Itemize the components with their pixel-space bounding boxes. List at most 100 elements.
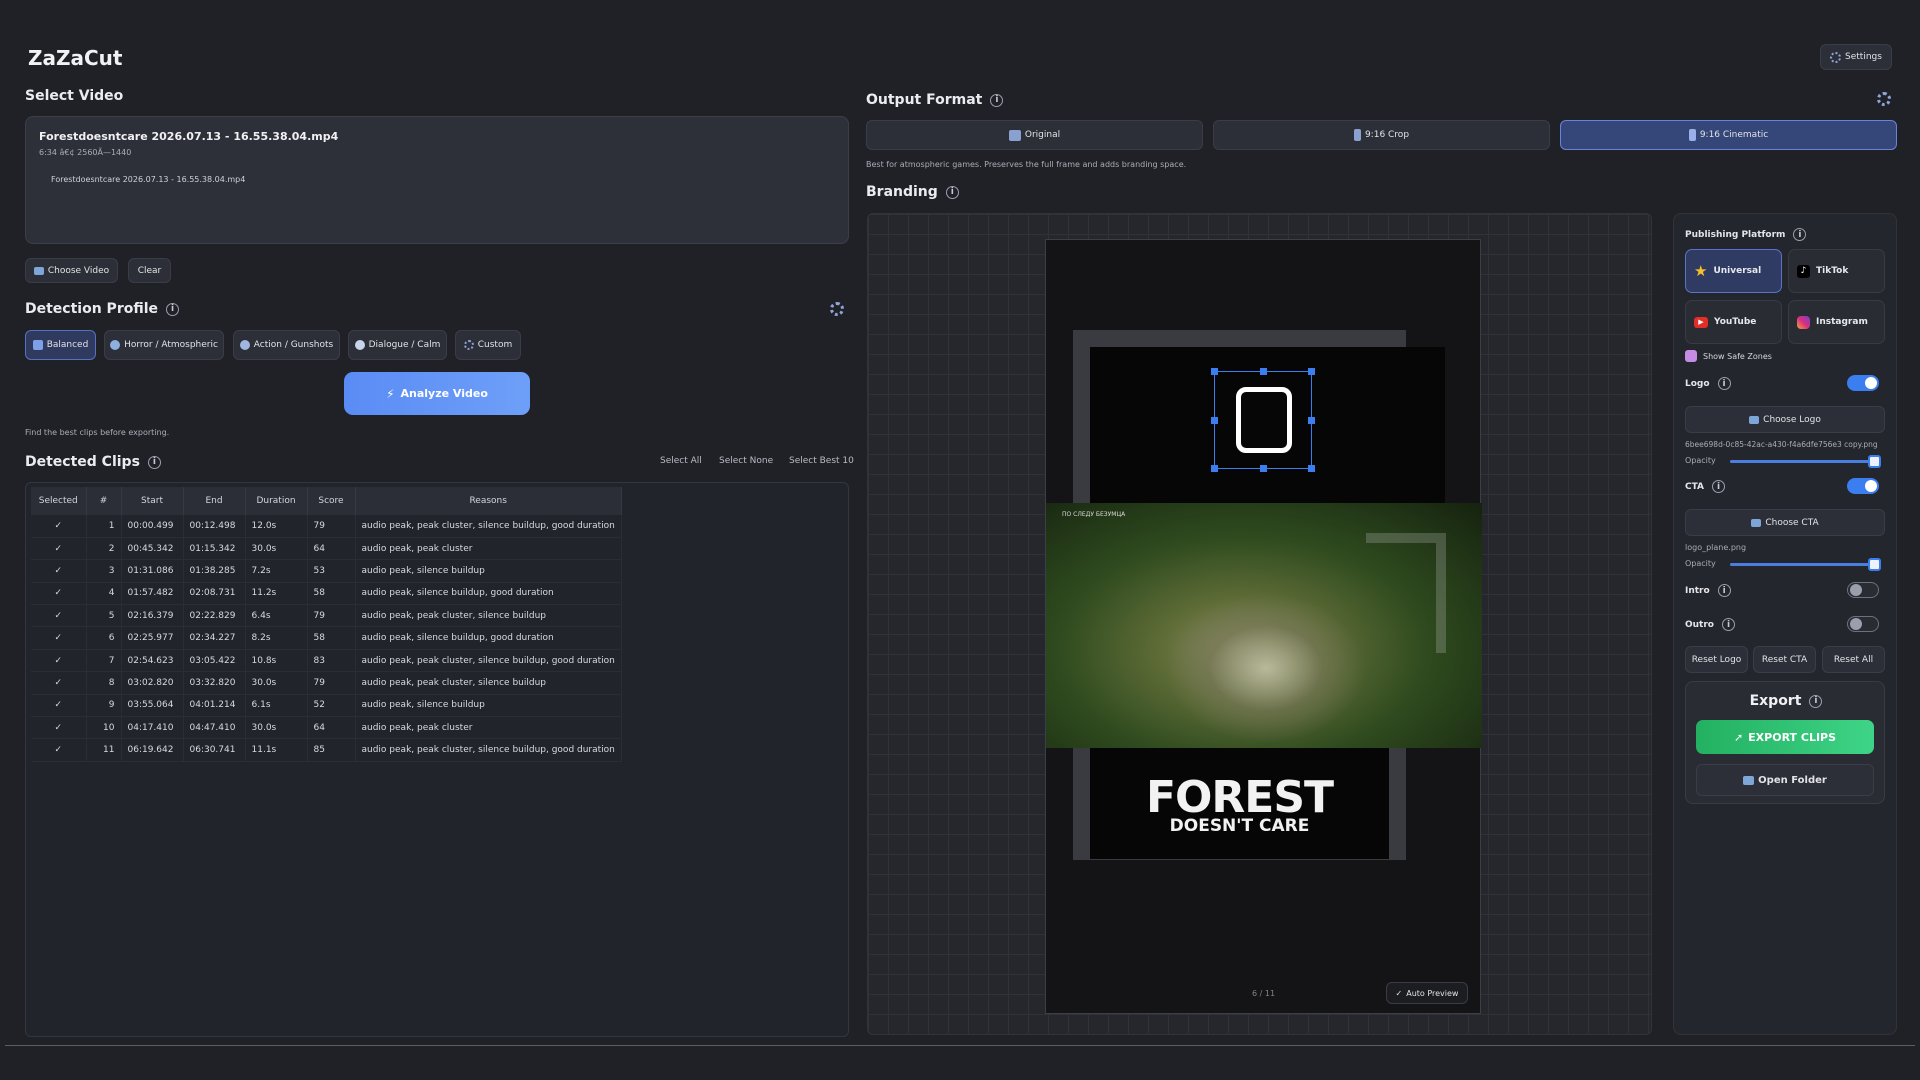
selected-check-cell[interactable]: ✓ — [31, 671, 87, 695]
info-icon[interactable]: i — [1793, 228, 1807, 241]
table-row[interactable]: ✓ 6 02:25.977 02:34.227 8.2s 58 audio peak, si… — [31, 626, 622, 650]
analyze-video-button[interactable]: ⚡ Analyze Video — [344, 372, 530, 415]
format-crop[interactable]: 9:16 Crop — [1213, 120, 1550, 150]
profile-custom[interactable]: Custom — [455, 330, 521, 360]
table-row[interactable]: ✓ 3 01:31.086 01:38.285 7.2s 53 audio peak, si… — [31, 559, 622, 583]
select-all-link[interactable]: Select All — [660, 456, 702, 466]
profile-horror[interactable]: Horror / Atmospheric — [104, 330, 224, 360]
info-icon[interactable]: i — [1717, 584, 1731, 597]
info-icon[interactable]: i — [147, 455, 161, 469]
selected-check-cell[interactable]: ✓ — [31, 626, 87, 650]
resize-handle[interactable] — [1211, 368, 1218, 375]
toggle-knob — [1865, 480, 1877, 492]
reset-cta-button[interactable]: Reset CTA — [1753, 646, 1816, 673]
resize-handle[interactable] — [1211, 417, 1218, 424]
resize-handle[interactable] — [1308, 417, 1315, 424]
selected-check-cell[interactable]: ✓ — [31, 559, 87, 583]
resize-handle[interactable] — [1308, 368, 1315, 375]
toggle-knob — [1850, 584, 1862, 596]
open-folder-button[interactable]: Open Folder — [1696, 764, 1874, 796]
table-row[interactable]: ✓ 2 00:45.342 01:15.342 30.0s 64 audio peak, p… — [31, 537, 622, 561]
selected-check-cell[interactable]: ✓ — [31, 537, 87, 561]
info-icon[interactable]: i — [1717, 377, 1731, 390]
info-icon[interactable]: i — [166, 302, 180, 316]
logo-toggle[interactable] — [1847, 375, 1879, 391]
selected-check-cell[interactable]: ✓ — [31, 649, 87, 673]
info-icon[interactable]: i — [1712, 480, 1726, 493]
col-start[interactable]: Start — [121, 487, 184, 515]
col-score[interactable]: Score — [307, 487, 356, 515]
selected-check-cell[interactable]: ✓ — [31, 738, 87, 762]
select-none-link[interactable]: Select None — [719, 456, 773, 466]
selected-check-cell[interactable]: ✓ — [31, 716, 87, 740]
cta-toggle[interactable] — [1847, 478, 1879, 494]
reasons-cell: audio peak, silence buildup — [355, 559, 622, 583]
clear-button[interactable]: Clear — [128, 258, 171, 283]
profile-dialogue[interactable]: Dialogue / Calm — [348, 330, 447, 360]
selected-check-cell[interactable]: ✓ — [31, 515, 87, 538]
format-cinematic[interactable]: 9:16 Cinematic — [1560, 120, 1897, 150]
selected-check-cell[interactable]: ✓ — [31, 694, 87, 718]
selected-check-cell[interactable]: ✓ — [31, 604, 87, 628]
profile-action[interactable]: Action / Gunshots — [233, 330, 340, 360]
choose-video-button[interactable]: Choose Video — [25, 258, 118, 283]
platform-instagram[interactable]: Instagram — [1788, 300, 1885, 344]
platform-youtube[interactable]: ▶ YouTube — [1685, 300, 1782, 344]
info-icon[interactable]: i — [1721, 618, 1735, 631]
export-clips-button[interactable]: ➚ EXPORT CLIPS — [1696, 720, 1874, 754]
resize-handle[interactable] — [1260, 465, 1267, 472]
table-row[interactable]: ✓ 8 03:02.820 03:32.820 30.0s 79 audio peak, p… — [31, 671, 622, 695]
row-number-cell: 3 — [86, 559, 122, 583]
info-icon[interactable]: i — [1809, 694, 1823, 708]
resize-handle[interactable] — [1260, 368, 1267, 375]
platform-universal[interactable]: ★ Universal — [1685, 249, 1782, 293]
format-original[interactable]: Original — [866, 120, 1203, 150]
resize-handle[interactable] — [1308, 465, 1315, 472]
resize-handle[interactable] — [1211, 465, 1218, 472]
col-reasons[interactable]: Reasons — [355, 487, 622, 515]
detection-settings-gear-icon[interactable] — [830, 302, 844, 316]
logo-file-name: 6bee698d-0c85-42ac-a430-f4a6dfe756e3 cop… — [1685, 440, 1878, 449]
outro-toggle[interactable] — [1847, 616, 1879, 632]
output-settings-gear-icon[interactable] — [1877, 92, 1891, 106]
show-safe-zones-checkbox[interactable] — [1685, 350, 1697, 362]
table-row[interactable]: ✓ 10 04:17.410 04:47.410 30.0s 64 audio peak, … — [31, 716, 622, 740]
intro-toggle[interactable] — [1847, 582, 1879, 598]
duration-cell: 6.1s — [245, 694, 308, 718]
table-row[interactable]: ✓ 4 01:57.482 02:08.731 11.2s 58 audio peak, s… — [31, 582, 622, 606]
reset-all-button[interactable]: Reset All — [1822, 646, 1885, 673]
choose-cta-button[interactable]: Choose CTA — [1685, 509, 1885, 536]
platform-heading: Publishing Platform i — [1685, 228, 1807, 241]
info-icon[interactable]: i — [990, 93, 1004, 107]
info-icon[interactable]: i — [945, 185, 959, 199]
logo-selection-box[interactable] — [1211, 368, 1315, 472]
cta-opacity-slider[interactable] — [1730, 558, 1881, 571]
col-end[interactable]: End — [183, 487, 246, 515]
table-row[interactable]: ✓ 7 02:54.623 03:05.422 10.8s 83 audio peak, p… — [31, 649, 622, 673]
table-row[interactable]: ✓ 5 02:16.379 02:22.829 6.4s 79 audio peak, pe… — [31, 604, 622, 628]
profile-balanced[interactable]: Balanced — [25, 330, 96, 360]
outro-row-label: Outro i — [1685, 618, 1735, 631]
auto-preview-toggle[interactable]: ✓ Auto Preview — [1386, 982, 1468, 1004]
video-file-item[interactable]: Forestdoesntcare 2026.07.13 - 16.55.38.0… — [51, 175, 245, 184]
settings-button[interactable]: Settings — [1820, 44, 1892, 70]
choose-logo-button[interactable]: Choose Logo — [1685, 406, 1885, 433]
export-clips-label: EXPORT CLIPS — [1748, 730, 1837, 744]
slider-thumb[interactable] — [1868, 455, 1881, 468]
branding-canvas[interactable]: ПО СЛЕДУ БЕЗУМЦА FOREST DOESN'T CARE 6 /… — [867, 213, 1652, 1035]
logo-opacity-slider[interactable] — [1730, 455, 1881, 468]
slider-thumb[interactable] — [1868, 558, 1881, 571]
table-row[interactable]: ✓ 11 06:19.642 06:30.741 11.1s 85 audio peak, … — [31, 738, 622, 762]
platform-tiktok[interactable]: ♪ TikTok — [1788, 249, 1885, 293]
col-duration[interactable]: Duration — [245, 487, 308, 515]
table-row[interactable]: ✓ 9 03:55.064 04:01.214 6.1s 52 audio peak, si… — [31, 694, 622, 718]
folder-icon — [33, 266, 44, 275]
table-row[interactable]: ✓ 1 00:00.499 00:12.498 12.0s 79 audio peak, p… — [31, 515, 622, 538]
start-time-cell: 02:25.977 — [121, 626, 184, 650]
col-number[interactable]: # — [86, 487, 122, 515]
select-best-link[interactable]: Select Best 10 — [789, 456, 854, 466]
reset-logo-button[interactable]: Reset Logo — [1685, 646, 1748, 673]
selected-check-cell[interactable]: ✓ — [31, 582, 87, 606]
video-drop-area[interactable]: Forestdoesntcare 2026.07.13 - 16.55.38.0… — [25, 116, 849, 244]
col-selected[interactable]: Selected — [31, 487, 87, 515]
